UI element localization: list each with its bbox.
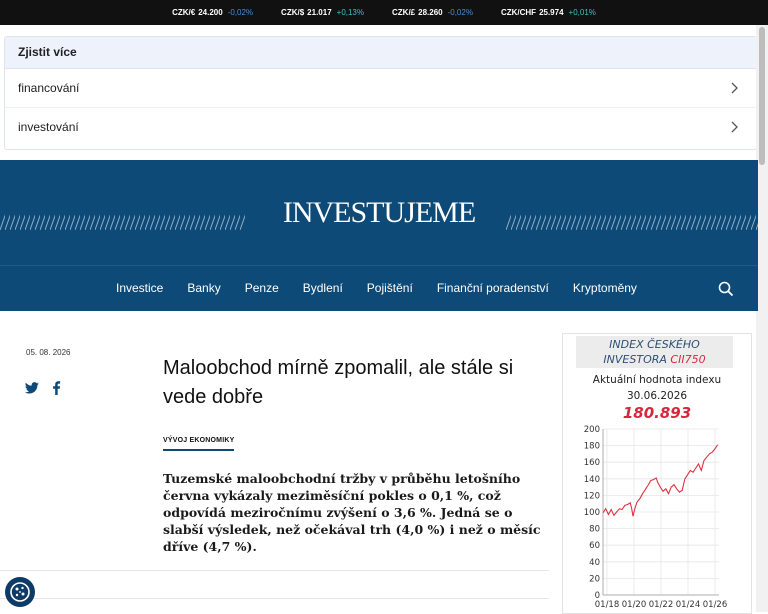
chart-y-tick-label: 60 <box>589 541 600 551</box>
ticker-value: 21.017 <box>307 8 332 17</box>
nav-item-financni-poradenstvi[interactable]: Finanční poradenství <box>425 266 561 311</box>
article-headline[interactable]: Maloobchod mírně zpomalil, ale stále si … <box>163 354 553 412</box>
ticker-item: CZK/£ 28.260 -0,02% <box>392 8 473 17</box>
chart-y-tick-label: 180 <box>584 442 600 452</box>
index-widget: INDEX ČESKÉHO INVESTORA CII750 Aktuální … <box>562 333 752 614</box>
ticker-change: +0,01% <box>568 8 596 17</box>
chart-y-tick-label: 160 <box>584 458 600 468</box>
ticker-value: 24.200 <box>198 8 223 17</box>
site-banner: INVESTUJEME <box>0 160 758 265</box>
chart-x-tick-label: 01/24 <box>676 600 701 610</box>
currency-ticker: CZK/€ 24.200 -0,02% CZK/$ 21.017 +0,13% CZK/… <box>0 0 768 25</box>
chart-y-tick-label: 80 <box>589 525 600 535</box>
nav-item-kryptomeny[interactable]: Kryptoměny <box>561 266 649 311</box>
chevron-right-icon <box>731 82 738 94</box>
chart-y-tick-label: 120 <box>584 491 600 501</box>
chart-y-tick-label: 200 <box>584 425 600 435</box>
chart-x-tick-label: 01/26 <box>703 600 728 610</box>
ticker-pair: CZK/€ <box>172 8 196 17</box>
article-date: 05. 08. 2026 <box>26 348 71 357</box>
divider <box>0 570 549 571</box>
widget-title-text: INVESTORA <box>603 353 667 366</box>
widget-title-code: CII750 <box>670 353 706 366</box>
learn-more-item-label: investování <box>18 120 79 134</box>
ticker-value: 25.974 <box>539 8 564 17</box>
ticker-change: -0,02% <box>227 8 254 17</box>
chart-x-tick-label: 01/20 <box>622 600 647 610</box>
ticker-pair: CZK/$ <box>281 8 305 17</box>
learn-more-item-financovani[interactable]: financování <box>5 69 756 108</box>
facebook-icon[interactable] <box>52 381 61 395</box>
chart-y-tick-label: 20 <box>589 574 600 584</box>
nav-item-investice[interactable]: Investice <box>104 266 175 311</box>
ticker-change: -0,02% <box>447 8 473 17</box>
ticker-item: CZK/CHF 25.974 +0,01% <box>501 8 596 17</box>
search-icon[interactable] <box>718 281 734 297</box>
widget-date: 30.06.2026 <box>626 390 688 402</box>
learn-more-title: Zjistit více <box>5 37 756 69</box>
nav-item-banky[interactable]: Banky <box>175 266 232 311</box>
nav-item-bydleni[interactable]: Bydlení <box>291 266 355 311</box>
cookie-icon <box>10 582 30 602</box>
ticker-item: CZK/$ 21.017 +0,13% <box>281 8 364 17</box>
learn-more-item-investovani[interactable]: investování <box>5 108 756 146</box>
chart-series-line <box>602 444 719 517</box>
widget-title: INDEX ČESKÉHO INVESTORA CII750 <box>576 336 733 368</box>
learn-more-item-label: financování <box>18 81 80 95</box>
widget-subtitle: Aktuální hodnota indexu <box>592 374 722 386</box>
chart-x-tick-label: 01/18 <box>595 600 620 610</box>
widget-index-value: 180.893 <box>622 404 692 422</box>
learn-more-box: Zjistit více financování investování <box>4 36 757 150</box>
widget-title-line2: INVESTORA CII750 <box>576 352 733 367</box>
chevron-right-icon <box>731 121 738 133</box>
ticker-value: 28.260 <box>418 8 443 17</box>
site-logo[interactable]: INVESTUJEME <box>0 160 758 265</box>
main-nav: Investice Banky Penze Bydlení Pojištění … <box>0 265 758 311</box>
index-chart: 02040608010012014016018020001/18 01/20 01/… <box>584 425 728 610</box>
nav-item-pojisteni[interactable]: Pojištění <box>355 266 425 311</box>
chart-y-tick-label: 140 <box>584 475 600 485</box>
ticker-change: +0,13% <box>336 8 364 17</box>
widget-title-line1: INDEX ČESKÉHO <box>609 338 700 351</box>
article-perex: Tuzemské maloobchodní tržby v průběhu le… <box>163 471 541 554</box>
page-scrollbar[interactable] <box>756 25 768 612</box>
article-category-tag[interactable]: VÝVOJ EKONOMIKY <box>163 437 235 451</box>
chart-y-tick-label: 100 <box>584 508 600 518</box>
ticker-item: CZK/€ 24.200 -0,02% <box>172 8 253 17</box>
chart-x-tick-label: 01/22 <box>649 600 674 610</box>
cookie-settings-button[interactable] <box>5 577 35 607</box>
twitter-icon[interactable] <box>25 382 39 394</box>
chart-y-tick-label: 40 <box>589 558 600 568</box>
ticker-pair: CZK/£ <box>392 8 416 17</box>
nav-item-penze[interactable]: Penze <box>233 266 291 311</box>
ticker-pair: CZK/CHF <box>500 8 537 17</box>
scrollbar-thumb[interactable] <box>759 27 765 165</box>
divider <box>0 598 549 599</box>
